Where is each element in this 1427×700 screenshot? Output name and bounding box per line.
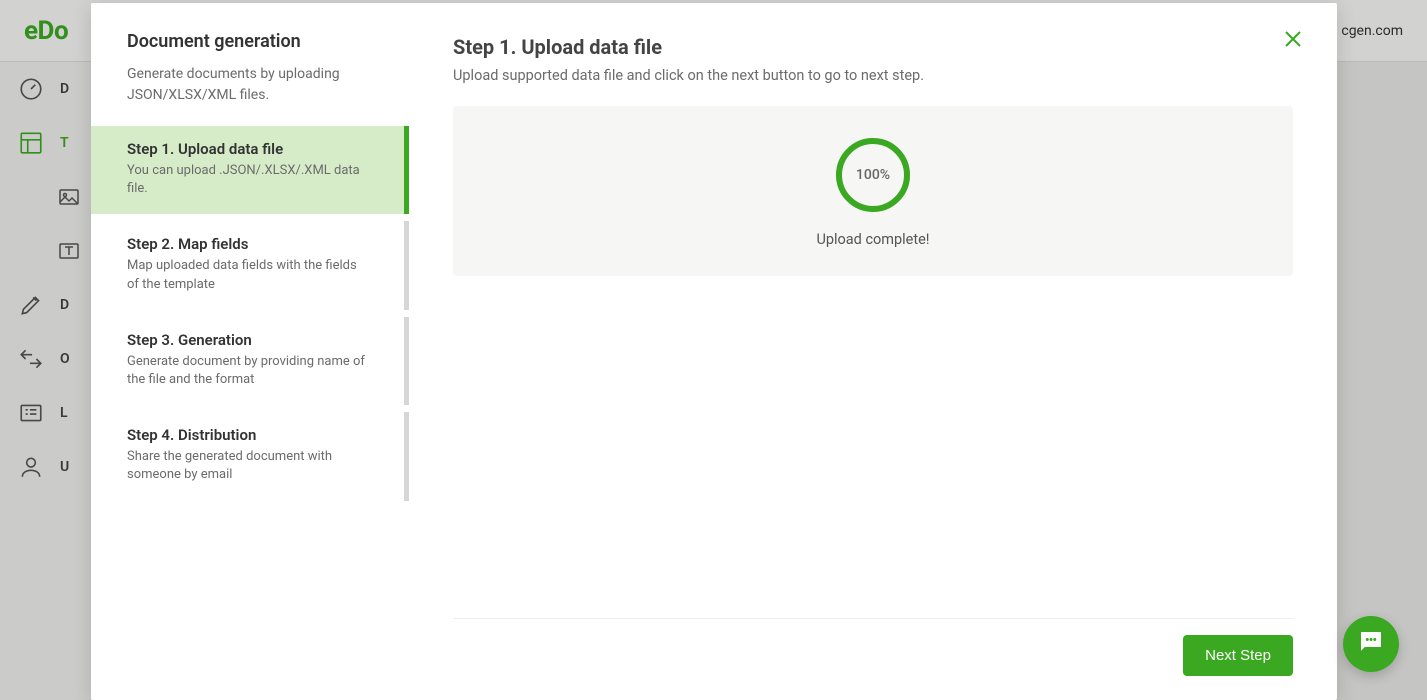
step-generation[interactable]: Step 3. Generation Generate document by … bbox=[91, 317, 409, 405]
modal-description: Generate documents by uploading JSON/XLS… bbox=[127, 64, 373, 106]
document-generation-modal: Document generation Generate documents b… bbox=[91, 3, 1337, 700]
step-distribution[interactable]: Step 4. Distribution Share the generated… bbox=[91, 412, 409, 500]
step-description: You can upload .JSON/.XLSX/.XML data fil… bbox=[127, 162, 368, 198]
close-button[interactable] bbox=[1279, 27, 1307, 55]
step-description: Share the generated document with someon… bbox=[127, 448, 368, 484]
close-icon bbox=[1281, 27, 1305, 55]
step-description: Generate document by providing name of t… bbox=[127, 353, 368, 389]
step-title: Step 4. Distribution bbox=[127, 426, 368, 444]
upload-progress-ring: 100% bbox=[833, 135, 913, 215]
modal-footer: Next Step bbox=[453, 618, 1293, 676]
progress-percent-text: 100% bbox=[833, 135, 913, 215]
modal-title: Document generation bbox=[127, 31, 373, 52]
step-description: Map uploaded data fields with the fields… bbox=[127, 257, 368, 293]
chat-fab-button[interactable] bbox=[1343, 616, 1399, 672]
step-title: Step 1. Upload data file bbox=[127, 140, 368, 158]
main-step-description: Upload supported data file and click on … bbox=[453, 67, 1293, 84]
modal-sidebar-header: Document generation Generate documents b… bbox=[91, 31, 409, 126]
upload-dropzone[interactable]: 100% Upload complete! bbox=[453, 106, 1293, 276]
chat-icon bbox=[1356, 627, 1386, 661]
step-upload-data[interactable]: Step 1. Upload data file You can upload … bbox=[91, 126, 409, 214]
modal-main-panel: Step 1. Upload data file Upload supporte… bbox=[409, 3, 1337, 700]
next-step-button[interactable]: Next Step bbox=[1183, 635, 1293, 676]
step-title: Step 3. Generation bbox=[127, 331, 368, 349]
upload-status-text: Upload complete! bbox=[816, 231, 929, 248]
modal-steps-sidebar: Document generation Generate documents b… bbox=[91, 3, 409, 700]
step-title: Step 2. Map fields bbox=[127, 235, 368, 253]
main-step-title: Step 1. Upload data file bbox=[453, 35, 1293, 59]
step-map-fields[interactable]: Step 2. Map fields Map uploaded data fie… bbox=[91, 221, 409, 309]
